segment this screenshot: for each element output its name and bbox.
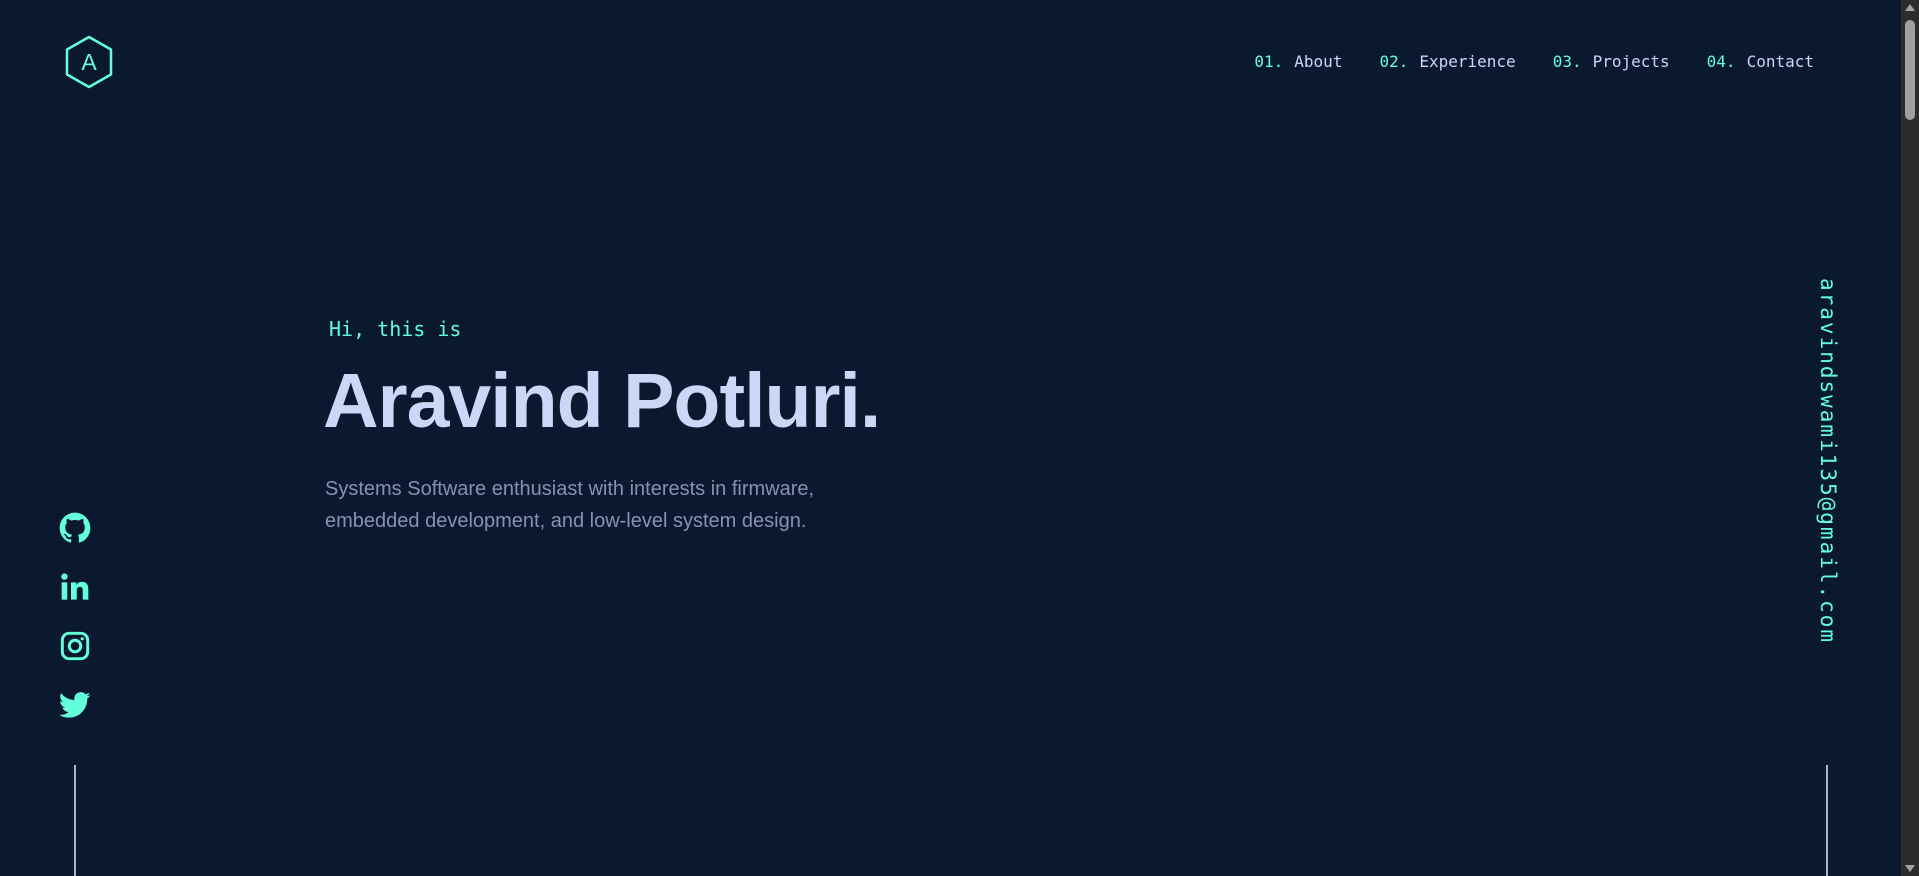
social-links xyxy=(58,511,92,721)
nav-item-label: Projects xyxy=(1592,52,1670,71)
nav-item-label: Experience xyxy=(1419,52,1516,71)
nav-item-contact[interactable]: 04. Contact xyxy=(1707,50,1814,74)
twitter-link[interactable] xyxy=(58,688,92,721)
nav-item-number: 01. xyxy=(1254,52,1284,71)
github-link[interactable] xyxy=(58,511,92,544)
nav-item-number: 03. xyxy=(1552,52,1582,71)
left-vertical-line xyxy=(74,765,76,876)
nav-item-number: 02. xyxy=(1379,52,1409,71)
twitter-icon xyxy=(59,691,91,718)
right-vertical-line xyxy=(1826,765,1828,876)
nav-item-experience[interactable]: 02. Experience xyxy=(1379,50,1515,74)
nav-item-label: About xyxy=(1294,52,1343,71)
nav-item-number: 04. xyxy=(1706,52,1736,71)
linkedin-link[interactable] xyxy=(58,570,92,603)
nav-item-projects[interactable]: 03. Projects xyxy=(1553,50,1670,74)
scroll-up-icon[interactable] xyxy=(1905,4,1915,11)
main-nav: 01. About 02. Experience 03. Projects 04… xyxy=(1254,50,1814,74)
nav-item-label: Contact xyxy=(1746,52,1814,71)
logo-letter: A xyxy=(81,48,97,75)
email-link[interactable]: aravindswami135@gmail.com xyxy=(1811,278,1845,644)
hero-name: Aravind Potluri. xyxy=(323,358,881,444)
email-sidebar: aravindswami135@gmail.com xyxy=(1811,278,1845,728)
instagram-link[interactable] xyxy=(58,629,92,662)
linkedin-icon xyxy=(61,572,89,600)
scrollbar-thumb[interactable] xyxy=(1905,20,1915,120)
instagram-icon xyxy=(60,631,90,660)
scrollbar[interactable] xyxy=(1901,0,1919,876)
logo[interactable]: A xyxy=(63,34,115,90)
page: A 01. About 02. Experience 03. Projects … xyxy=(0,0,1901,876)
scroll-down-icon[interactable] xyxy=(1905,865,1915,872)
nav-item-about[interactable]: 01. About xyxy=(1254,50,1342,74)
hero-intro: Hi, this is xyxy=(329,317,462,341)
github-icon xyxy=(59,512,91,543)
hero-description: Systems Software enthusiast with interes… xyxy=(325,478,815,532)
